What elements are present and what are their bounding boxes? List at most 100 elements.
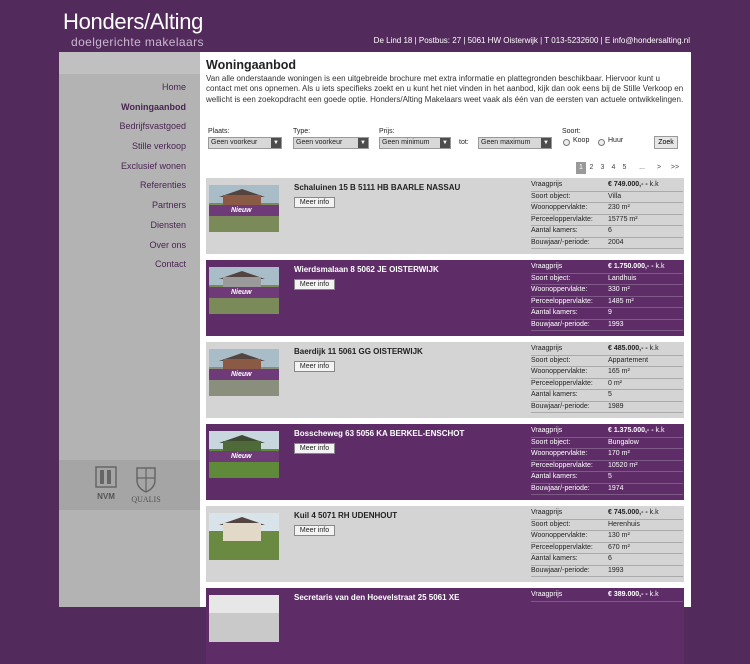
spec-label: Perceeloppervlakte:: [531, 297, 593, 305]
listing-specs: Vraagprijs € 749.000,- - k.k Soort object…: [531, 180, 683, 249]
spec-label: Bouwjaar/-periode:: [531, 484, 590, 492]
page-1[interactable]: 1: [576, 162, 586, 174]
nav-item-contact[interactable]: Contact: [59, 255, 200, 275]
spec-label: Perceeloppervlakte:: [531, 215, 593, 223]
spec-type: Landhuis: [608, 274, 637, 282]
more-info-button[interactable]: Meer info: [294, 197, 335, 208]
listing-photo[interactable]: Nieuw: [209, 267, 279, 314]
nvm-logo[interactable]: NVM: [95, 466, 117, 502]
next-page-button[interactable]: >: [654, 162, 664, 174]
page-2[interactable]: 2: [587, 162, 596, 174]
new-badge: Nieuw: [209, 205, 279, 216]
spec-label: Bouwjaar/-periode:: [531, 566, 590, 574]
more-info-button[interactable]: Meer info: [294, 279, 335, 290]
main-content: Woningaanbod Van alle onderstaande wonin…: [200, 52, 691, 664]
price-suffix: k.k: [655, 263, 665, 270]
spec-living: 170 m²: [608, 450, 630, 457]
price-value: € 389.000,-: [608, 591, 644, 598]
listing-specs: Vraagprijs € 745.000,- - k.k Soort object…: [531, 508, 683, 577]
nav-item-woningaanbod[interactable]: Woningaanbod: [59, 98, 200, 118]
spec-price: € 749.000,- - k.k: [608, 181, 659, 188]
spec-label: Perceeloppervlakte:: [531, 379, 593, 387]
listing-item: Nieuw Schaluinen 15 B 5111 HB BAARLE NAS…: [206, 178, 684, 254]
header: Honders/Alting doelgerichte makelaars De…: [0, 0, 750, 52]
price-value: € 1.750.000,-: [608, 263, 650, 270]
more-info-button[interactable]: Meer info: [294, 525, 335, 536]
qualis-logo[interactable]: QUALIS: [129, 466, 163, 504]
chevron-down-icon: ▼: [271, 138, 281, 148]
nav-item-bedrijfsvastgoed[interactable]: Bedrijfsvastgoed: [59, 117, 200, 137]
spec-label: Vraagprijs: [531, 509, 563, 516]
listing-photo[interactable]: Nieuw: [209, 349, 279, 396]
sidebar: Home Woningaanbod Bedrijfsvastgoed Still…: [59, 52, 200, 607]
nav-item-partners[interactable]: Partners: [59, 196, 200, 216]
huur-label: Huur: [608, 137, 624, 144]
type-select[interactable]: Geen voorkeur ▼: [293, 137, 369, 149]
listing-title[interactable]: Secretaris van den Hoevelstraat 25 5061 …: [294, 593, 459, 602]
listing-specs: Vraagprijs € 389.000,- - k.k: [531, 590, 683, 602]
price-suffix: k.k: [649, 509, 659, 516]
listing-photo[interactable]: Nieuw: [209, 185, 279, 232]
spec-rooms: 5: [608, 473, 612, 480]
listing-item: Secretaris van den Hoevelstraat 25 5061 …: [206, 588, 684, 664]
spec-year: 1974: [608, 484, 624, 492]
spec-type: Villa: [608, 192, 622, 200]
nav-item-referenties[interactable]: Referenties: [59, 176, 200, 196]
spec-label: Vraagprijs: [531, 181, 563, 188]
listing-title[interactable]: Wierdsmalaan 8 5062 JE OISTERWIJK: [294, 265, 439, 274]
nav-item-over-ons[interactable]: Over ons: [59, 236, 200, 256]
listing-photo[interactable]: [209, 513, 279, 560]
listing-photo[interactable]: [209, 595, 279, 642]
spec-type: Herenhuis: [608, 520, 640, 528]
spec-living: 165 m²: [608, 368, 630, 375]
zoek-button[interactable]: Zoek: [654, 136, 678, 149]
prijs-max-value: Geen maximum: [481, 139, 531, 146]
page-4[interactable]: 4: [609, 162, 618, 174]
spec-label: Soort object:: [531, 192, 571, 200]
spec-year: 1989: [608, 402, 624, 410]
nav-item-stille-verkoop[interactable]: Stille verkoop: [59, 137, 200, 157]
page-5[interactable]: 5: [620, 162, 629, 174]
spec-living: 230 m²: [608, 204, 630, 211]
spec-label: Vraagprijs: [531, 427, 563, 434]
type-select-value: Geen voorkeur: [296, 139, 343, 146]
listing-title[interactable]: Schaluinen 15 B 5111 HB BAARLE NASSAU: [294, 183, 460, 192]
listing-photo[interactable]: Nieuw: [209, 431, 279, 478]
listing-item: Kuil 4 5071 RH UDENHOUT Meer info Vraagp…: [206, 506, 684, 582]
more-info-button[interactable]: Meer info: [294, 443, 335, 454]
spec-year: 2004: [608, 238, 624, 246]
price-value: € 749.000,-: [608, 181, 644, 188]
listing-title[interactable]: Baerdijk 11 5061 GG OISTERWIJK: [294, 347, 423, 356]
koop-label: Koop: [573, 137, 590, 144]
spec-year: 1993: [608, 320, 624, 328]
prijs-max-select[interactable]: Geen maximum ▼: [478, 137, 552, 149]
chevron-down-icon: ▼: [541, 138, 551, 148]
koop-radio[interactable]: [563, 139, 570, 146]
last-page-button[interactable]: >>: [668, 162, 682, 174]
page-3[interactable]: 3: [598, 162, 607, 174]
spec-price: € 389.000,- - k.k: [608, 591, 659, 598]
sidebar-top-bar: [59, 52, 200, 74]
spec-label: Bouwjaar/-periode:: [531, 320, 590, 328]
plaats-select[interactable]: Geen voorkeur ▼: [208, 137, 282, 149]
listing-title[interactable]: Bosscheweg 63 5056 KA BERKEL-ENSCHOT: [294, 429, 464, 438]
more-info-button[interactable]: Meer info: [294, 361, 335, 372]
huur-radio[interactable]: [598, 139, 605, 146]
nav-item-diensten[interactable]: Diensten: [59, 216, 200, 236]
nav-item-exclusief-wonen[interactable]: Exclusief wonen: [59, 157, 200, 177]
tot-label: tot:: [459, 139, 469, 146]
spec-type: Bungalow: [608, 438, 639, 446]
spec-label: Vraagprijs: [531, 263, 563, 270]
price-suffix: k.k: [649, 591, 659, 598]
nav-item-home[interactable]: Home: [59, 78, 200, 98]
logo-name[interactable]: Honders/Alting: [63, 10, 203, 34]
plaats-select-value: Geen voorkeur: [211, 139, 258, 146]
spec-plot: 1485 m²: [608, 297, 634, 305]
search-filters: Plaats: Geen voorkeur ▼ Type: Geen voork…: [206, 128, 684, 158]
page-ellipsis: ...: [639, 164, 645, 171]
spec-rooms: 6: [608, 555, 612, 562]
prijs-min-select[interactable]: Geen minimum ▼: [379, 137, 451, 149]
spec-label: Perceeloppervlakte:: [531, 543, 593, 551]
listing-title[interactable]: Kuil 4 5071 RH UDENHOUT: [294, 511, 397, 520]
page-title: Woningaanbod: [206, 58, 297, 72]
